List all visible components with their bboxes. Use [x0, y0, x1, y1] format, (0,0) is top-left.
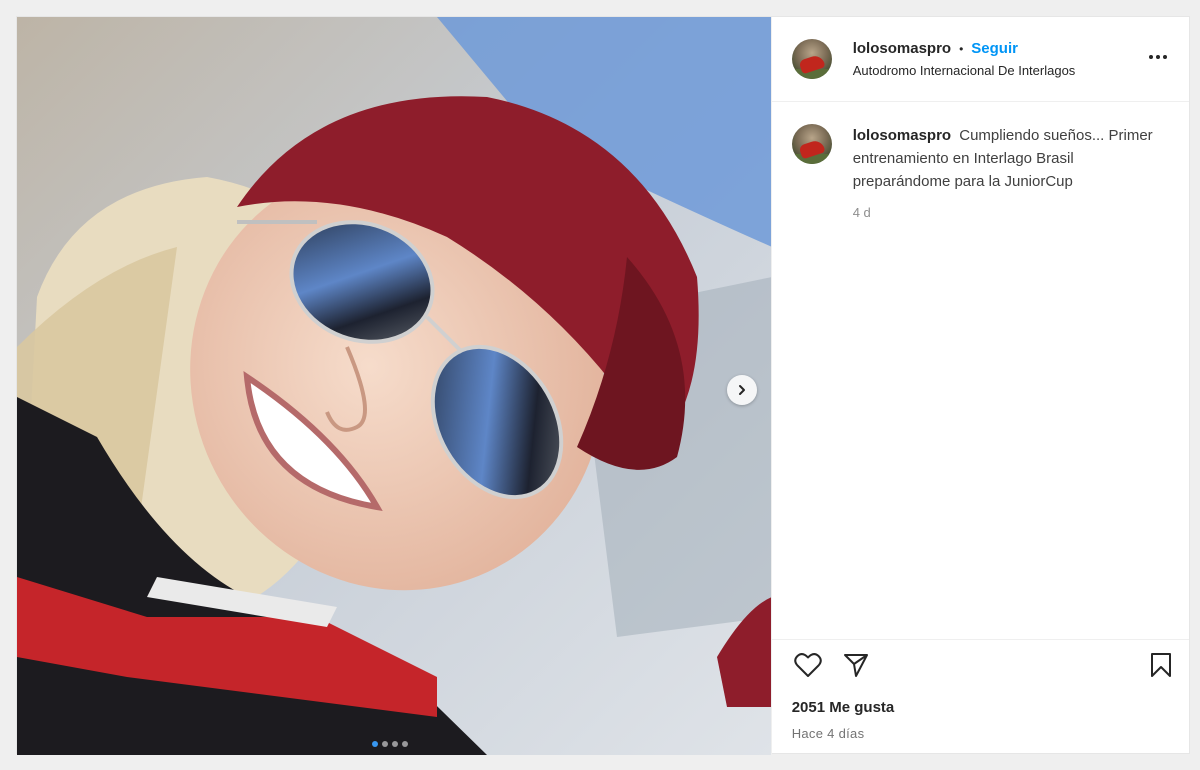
like-button[interactable]	[792, 649, 824, 681]
post-header: lolosomaspro • Seguir Autodromo Internac…	[771, 17, 1189, 102]
save-button[interactable]	[1145, 649, 1177, 681]
carousel-indicator	[372, 741, 408, 747]
more-options-icon[interactable]	[1145, 51, 1171, 63]
carousel-dot	[372, 741, 378, 747]
bookmark-icon	[1151, 653, 1171, 677]
selfie-photo	[17, 17, 771, 755]
likes-count[interactable]: 2051 Me gusta	[772, 689, 1189, 716]
header-row: lolosomaspro • Seguir	[853, 40, 1076, 57]
caption-age: 4 d	[852, 205, 871, 220]
more-dot	[1163, 55, 1167, 59]
heart-icon	[793, 652, 822, 677]
follow-button[interactable]: Seguir	[971, 40, 1018, 57]
location-link[interactable]: Autodromo Internacional De Interlagos	[853, 63, 1076, 78]
post-photo[interactable]	[17, 17, 771, 755]
caption-body: lolosomaspro Cumpliendo sueños... Primer…	[853, 124, 1153, 220]
carousel-dot	[392, 741, 398, 747]
carousel-dot	[402, 741, 408, 747]
share-button[interactable]	[840, 649, 872, 681]
comments-section: lolosomaspro Cumpliendo sueños... Primer…	[772, 102, 1189, 639]
header-text: lolosomaspro • Seguir Autodromo Internac…	[853, 40, 1076, 78]
caption: lolosomaspro Cumpliendo sueños... Primer…	[791, 124, 1173, 220]
avatar[interactable]	[791, 39, 832, 79]
paper-plane-icon	[843, 653, 868, 677]
chevron-right-icon	[739, 385, 745, 395]
action-bar	[771, 639, 1189, 689]
more-dot	[1156, 55, 1160, 59]
next-slide-button[interactable]	[727, 375, 757, 405]
post-date: Hace 4 días	[791, 726, 865, 741]
caption-text-block: lolosomaspro Cumpliendo sueños... Primer…	[853, 124, 1153, 193]
carousel-dot	[382, 741, 388, 747]
more-dot	[1149, 55, 1153, 59]
post-side-panel: lolosomaspro • Seguir Autodromo Internac…	[770, 17, 1189, 755]
separator-dot: •	[959, 41, 964, 56]
avatar[interactable]	[791, 124, 832, 164]
instagram-post: lolosomaspro • Seguir Autodromo Internac…	[16, 16, 1190, 755]
username-link[interactable]: lolosomaspro	[853, 40, 951, 57]
caption-username[interactable]: lolosomaspro	[853, 127, 956, 144]
